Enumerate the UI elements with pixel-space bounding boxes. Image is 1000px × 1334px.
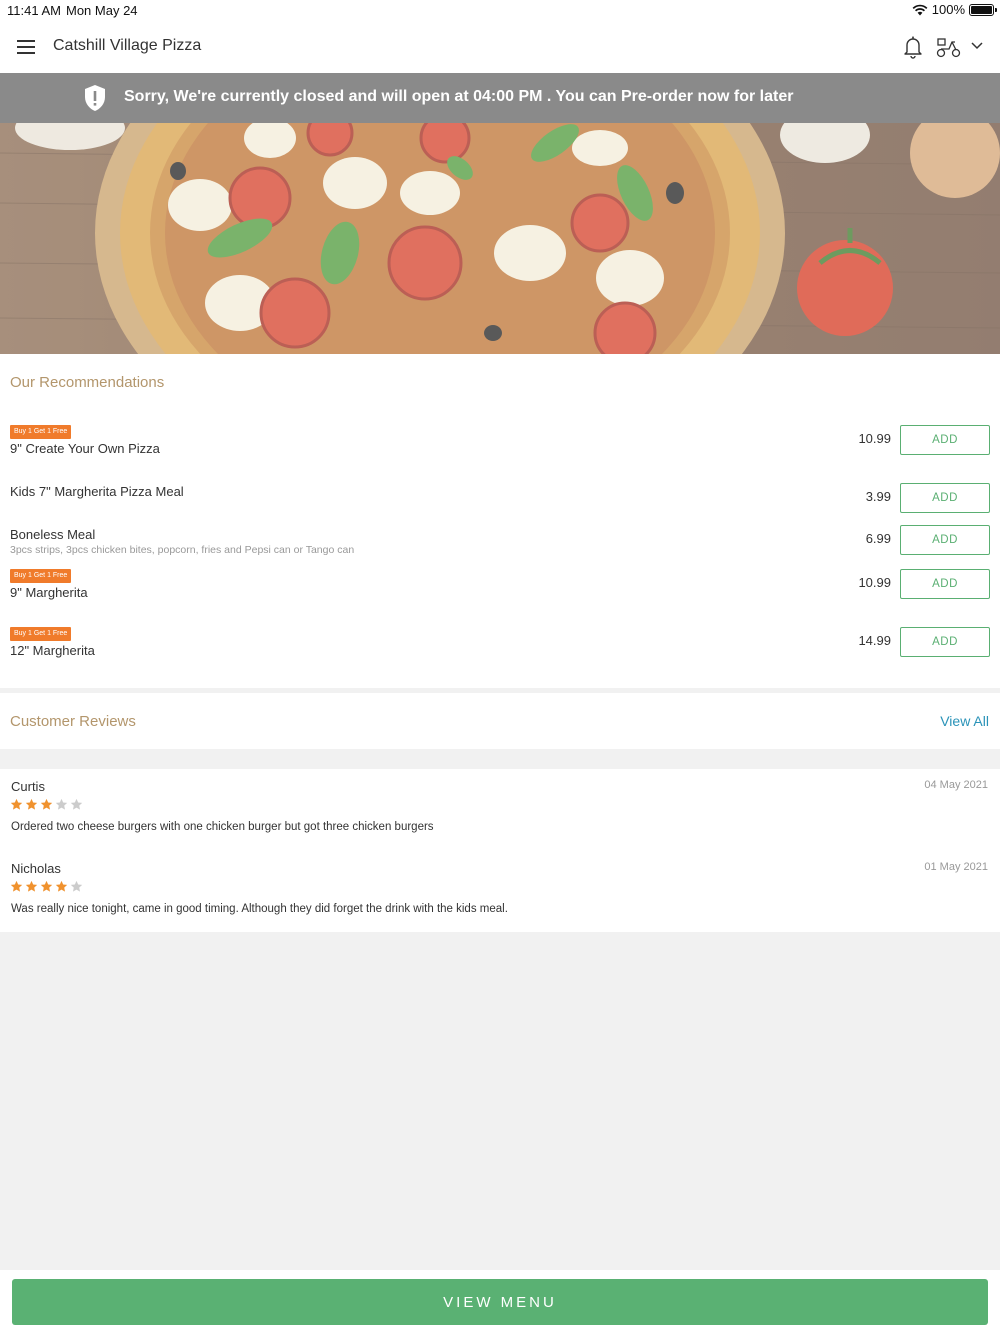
- bell-icon[interactable]: [903, 35, 923, 59]
- item-description: 3pcs strips, 3pcs chicken bites, popcorn…: [10, 544, 355, 556]
- reviewer-name: Nicholas: [11, 861, 61, 876]
- item-price: 10.99: [858, 431, 891, 446]
- chevron-down-icon[interactable]: [970, 38, 984, 54]
- hero-pizza-image: [0, 123, 1000, 354]
- view-menu-button[interactable]: VIEW MENU: [12, 1279, 988, 1325]
- shield-alert-icon: [85, 85, 105, 111]
- view-all-link[interactable]: View All: [940, 713, 989, 729]
- item-price: 14.99: [858, 633, 891, 648]
- status-date: Mon May 24: [66, 3, 138, 18]
- item-name: 9" Margherita: [10, 585, 88, 600]
- scooter-icon[interactable]: [936, 36, 961, 58]
- review-item: Nicholas 01 May 2021 Was really nice ton…: [0, 851, 1000, 931]
- status-time: 11:41 AM: [7, 3, 61, 18]
- item-name: 9" Create Your Own Pizza: [10, 441, 160, 456]
- closed-banner: Sorry, We're currently closed and will o…: [0, 73, 1000, 123]
- battery-percent: 100%: [931, 2, 965, 17]
- item-price: 10.99: [858, 575, 891, 590]
- add-button[interactable]: ADD: [900, 525, 990, 555]
- footer-bar: VIEW MENU: [0, 1270, 1000, 1334]
- hamburger-menu-icon[interactable]: [17, 40, 37, 54]
- pizza-illustration: [0, 123, 1000, 354]
- status-right: 100%: [912, 2, 997, 17]
- closed-message: Sorry, We're currently closed and will o…: [124, 88, 794, 105]
- item-name: 12" Margherita: [10, 643, 95, 658]
- restaurant-title: Catshill Village Pizza: [53, 37, 202, 54]
- battery-icon: [969, 3, 997, 16]
- star-empty-icon: [70, 798, 83, 810]
- review-date: 04 May 2021: [924, 779, 988, 791]
- reviews-header: Customer Reviews View All: [0, 693, 1000, 749]
- review-date: 01 May 2021: [924, 861, 988, 873]
- recommendations-title: Our Recommendations: [10, 374, 165, 391]
- offer-badge: Buy 1 Get 1 Free: [10, 627, 72, 641]
- item-price: 3.99: [865, 489, 891, 504]
- star-rating: [10, 798, 83, 811]
- add-button[interactable]: ADD: [900, 569, 990, 599]
- star-empty-icon: [55, 798, 68, 810]
- star-filled-icon: [10, 880, 23, 892]
- add-button[interactable]: ADD: [900, 483, 990, 513]
- offer-badge: Buy 1 Get 1 Free: [10, 425, 72, 439]
- add-button[interactable]: ADD: [900, 425, 990, 455]
- review-item: Curtis 04 May 2021 Ordered two cheese bu…: [0, 769, 1000, 849]
- status-bar: 11:41 AM Mon May 24 100%: [0, 0, 1000, 20]
- item-name: Boneless Meal: [10, 527, 96, 542]
- offer-badge: Buy 1 Get 1 Free: [10, 569, 72, 583]
- star-filled-icon: [40, 880, 53, 892]
- review-text: Was really nice tonight, came in good ti…: [11, 903, 508, 915]
- reviewer-name: Curtis: [11, 779, 45, 794]
- item-name: Kids 7" Margherita Pizza Meal: [10, 484, 184, 499]
- add-button[interactable]: ADD: [900, 627, 990, 657]
- star-filled-icon: [25, 880, 38, 892]
- star-filled-icon: [55, 880, 68, 892]
- reviews-list: Curtis 04 May 2021 Ordered two cheese bu…: [0, 769, 1000, 932]
- review-text: Ordered two cheese burgers with one chic…: [11, 821, 434, 833]
- star-rating: [10, 880, 83, 893]
- star-filled-icon: [10, 798, 23, 810]
- reviews-title: Customer Reviews: [10, 713, 136, 730]
- star-filled-icon: [40, 798, 53, 810]
- item-price: 6.99: [865, 531, 891, 546]
- wifi-icon: [912, 4, 928, 15]
- app-header: Catshill Village Pizza: [0, 20, 1000, 73]
- star-filled-icon: [25, 798, 38, 810]
- star-empty-icon: [70, 880, 83, 892]
- recommendations-section: Our Recommendations Buy 1 Get 1 Free 9" …: [0, 354, 1000, 688]
